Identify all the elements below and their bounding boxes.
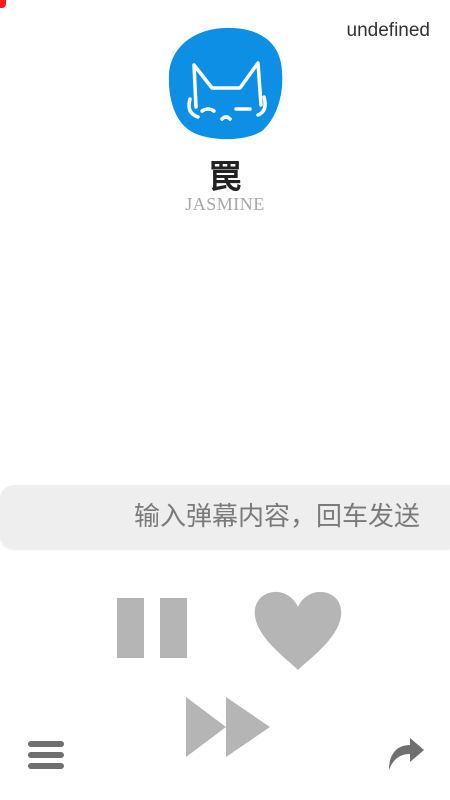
danmaku-input[interactable] xyxy=(0,485,450,549)
danmaku-bar xyxy=(0,485,450,549)
like-button[interactable] xyxy=(252,590,344,672)
notification-dot xyxy=(0,0,6,8)
hamburger-menu-icon xyxy=(28,741,64,769)
share-button[interactable] xyxy=(386,735,426,773)
pause-icon xyxy=(117,598,187,658)
pause-button[interactable] xyxy=(117,598,187,658)
menu-button[interactable] xyxy=(27,739,65,771)
heart-icon xyxy=(254,591,342,670)
cat-avatar-icon xyxy=(166,25,284,141)
track-artist: JASMINE xyxy=(185,194,265,214)
next-track-button[interactable] xyxy=(186,697,272,757)
fast-forward-icon xyxy=(186,697,270,757)
track-title: 罠 xyxy=(208,157,242,196)
share-arrow-icon xyxy=(389,738,424,770)
status-text: undefined xyxy=(346,20,430,41)
